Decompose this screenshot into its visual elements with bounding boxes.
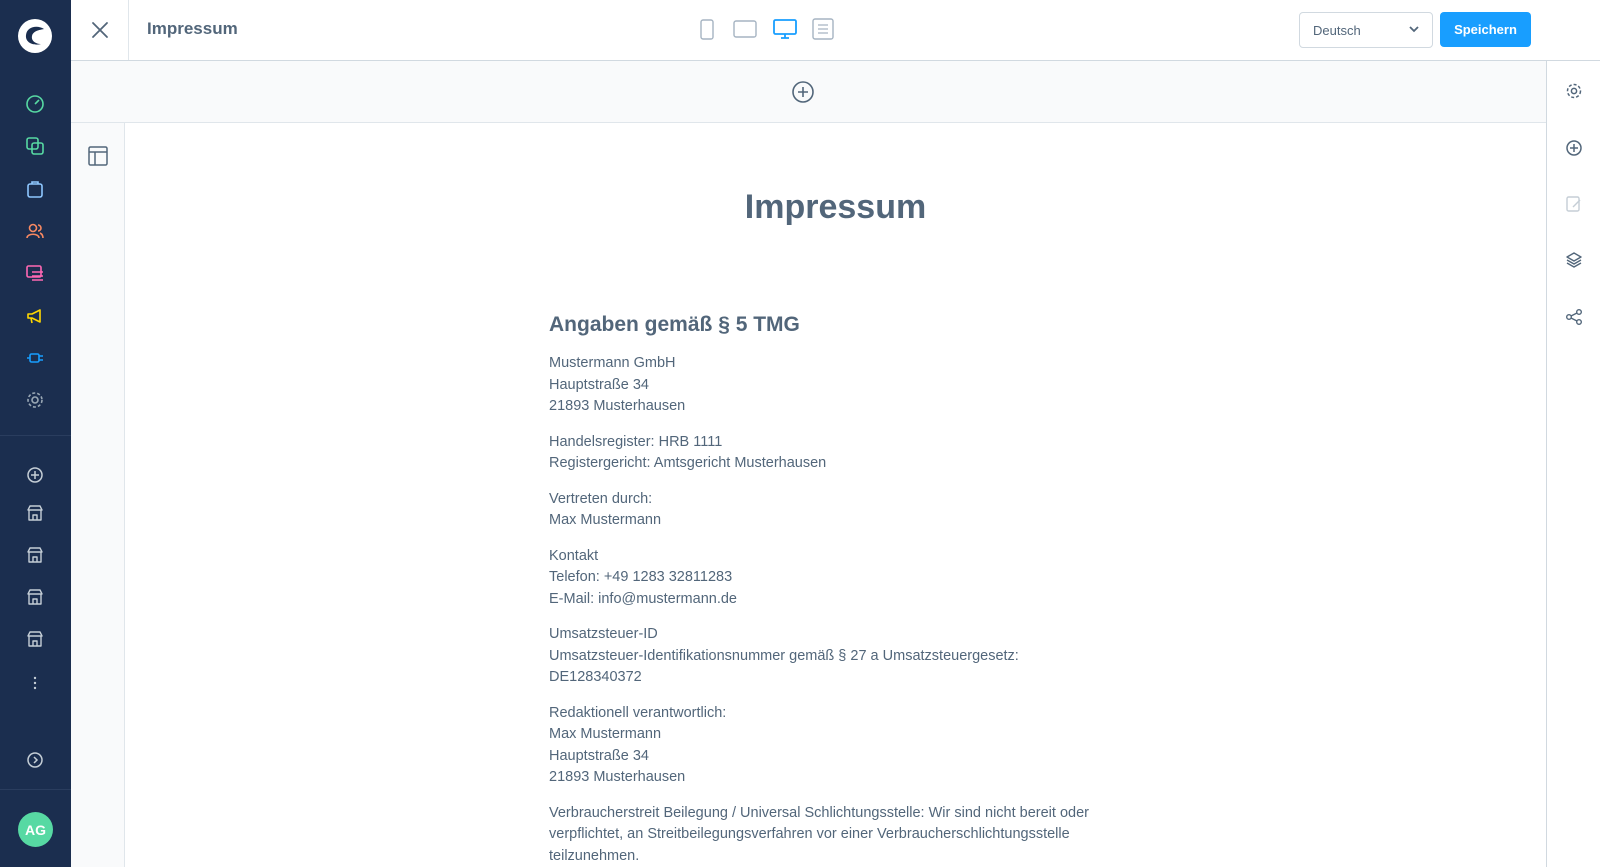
- avatar[interactable]: AG: [18, 812, 53, 847]
- desktop-icon[interactable]: [772, 17, 798, 41]
- mobile-icon[interactable]: [697, 17, 717, 41]
- share-icon[interactable]: [1563, 306, 1585, 328]
- vat-paragraph: Umsatzsteuer-ID Umsatzsteuer-Identifikat…: [549, 626, 1019, 685]
- edit-icon[interactable]: [1563, 193, 1585, 215]
- editor-header: Impressum Deutsch Speichern: [71, 0, 1600, 61]
- close-icon: [91, 22, 108, 38]
- form-icon[interactable]: [811, 17, 835, 41]
- section-layout-icon[interactable]: [87, 145, 109, 167]
- contact-paragraph: Kontakt Telefon: +49 1283 32811283 E-Mai…: [549, 547, 737, 607]
- admin-sidebar: AG: [0, 0, 71, 867]
- shopware-logo[interactable]: [16, 17, 54, 55]
- orders-icon[interactable]: [24, 178, 46, 200]
- language-select-value: Deutsch: [1313, 22, 1361, 38]
- marketing-icon[interactable]: [24, 305, 46, 327]
- register-paragraph: Handelsregister: HRB 1111 Registergerich…: [549, 433, 827, 472]
- customers-icon[interactable]: [24, 220, 46, 242]
- storefront-icon[interactable]: [24, 544, 46, 566]
- close-button[interactable]: [71, 0, 129, 60]
- storefront-icon[interactable]: [24, 628, 46, 650]
- settings-icon[interactable]: [24, 389, 46, 411]
- add-section-icon[interactable]: [791, 80, 815, 104]
- save-button[interactable]: Speichern: [1440, 12, 1531, 47]
- page-canvas: Impressum Angaben gemäß § 5 TMG Musterma…: [125, 123, 1546, 867]
- sidebar-divider: [0, 435, 71, 436]
- sidebar-divider: [0, 789, 71, 790]
- add-section-bar: [71, 61, 1546, 123]
- dispute-paragraph: Verbraucherstreit Beilegung / Universal …: [549, 804, 1089, 864]
- catalogue-icon[interactable]: [24, 135, 46, 157]
- storefront-icon[interactable]: [24, 586, 46, 608]
- tablet-icon[interactable]: [732, 17, 758, 41]
- dashboard-icon[interactable]: [24, 93, 46, 115]
- language-select[interactable]: Deutsch: [1299, 12, 1433, 48]
- editorial-paragraph: Redaktionell verantwortlich: Max Musterm…: [549, 704, 727, 786]
- content-icon[interactable]: [24, 262, 46, 284]
- page-title: Impressum: [147, 19, 238, 38]
- editor-sidebar: [1546, 61, 1600, 867]
- add-block-icon[interactable]: [1563, 137, 1585, 159]
- chevron-down-icon: [1409, 26, 1419, 33]
- representative-paragraph: Vertreten durch: Max Mustermann: [549, 490, 662, 529]
- section-title: Angaben gemäß § 5 TMG: [549, 313, 800, 336]
- settings-icon[interactable]: [1563, 80, 1585, 102]
- extensions-icon[interactable]: [24, 347, 46, 369]
- expand-icon[interactable]: [24, 749, 46, 771]
- layers-icon[interactable]: [1563, 249, 1585, 271]
- section-gutter: [71, 123, 125, 867]
- more-icon[interactable]: [24, 672, 46, 694]
- content-heading[interactable]: Impressum: [125, 188, 1546, 227]
- address-paragraph: Mustermann GmbH Hauptstraße 34 21893 Mus…: [549, 355, 686, 414]
- add-sales-channel-icon[interactable]: [24, 464, 46, 486]
- storefront-icon[interactable]: [24, 502, 46, 524]
- imprint-text-block[interactable]: Angaben gemäß § 5 TMG Mustermann GmbH Ha…: [549, 313, 1149, 867]
